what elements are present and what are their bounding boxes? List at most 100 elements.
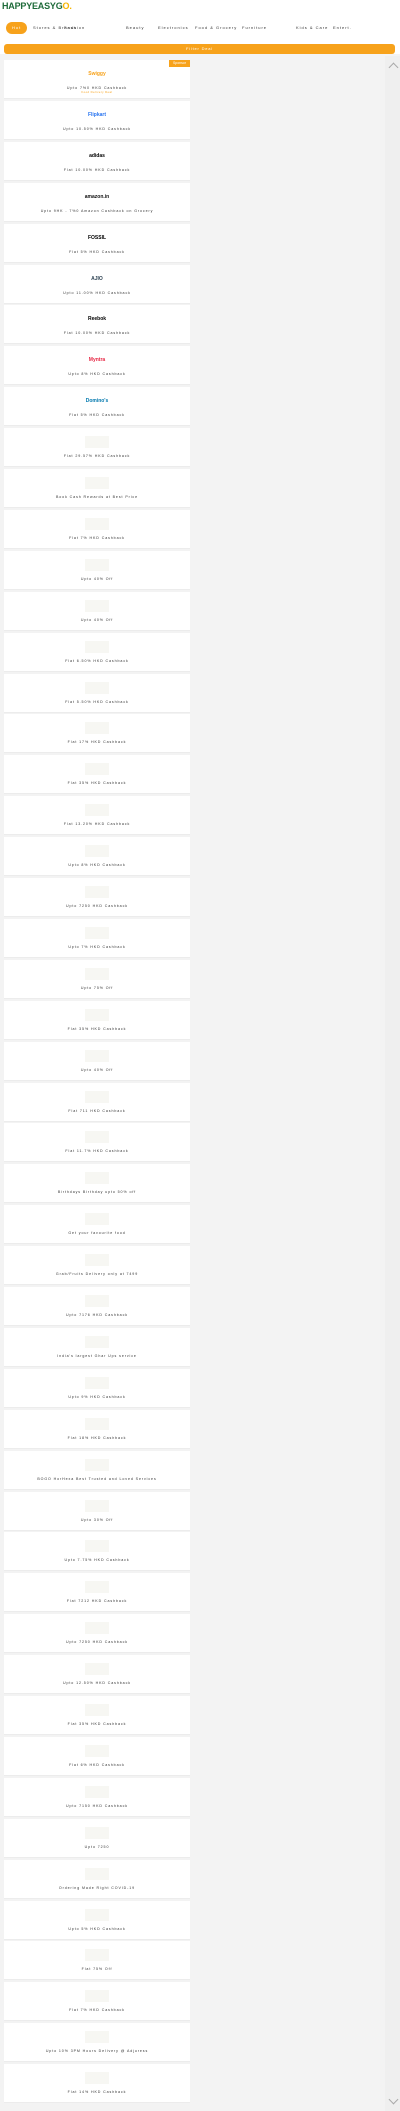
deal-card[interactable]: Flat 75% Off: [4, 1941, 190, 1980]
deal-card[interactable]: Flat 17% HKD Cashback: [4, 714, 190, 753]
deal-card[interactable]: Grab/Fruits Delivery only at 7499: [4, 1246, 190, 1285]
brand-logo-placeholder: [85, 1704, 109, 1716]
deal-card[interactable]: FOSSIL Flat 5% HKD Cashback: [4, 224, 190, 263]
deal-card[interactable]: Flat 6.50% HKD Cashback: [4, 633, 190, 672]
deal-card[interactable]: Sponsor Swiggy Upto 7%0 HKD Cashback Food D…: [4, 60, 190, 99]
deal-card[interactable]: Flat 711 HKD Cashback: [4, 1083, 190, 1122]
deal-card[interactable]: Upto 8% HKD Cashback: [4, 837, 190, 876]
deal-card[interactable]: Upto 7150 HKD Cashback: [4, 1778, 190, 1817]
brand-logo-placeholder: [85, 2072, 109, 2084]
deal-subtitle: Food Delivery Deal: [81, 90, 113, 94]
deal-offer-text: Grab/Fruits Delivery only at 7499: [55, 1272, 139, 1276]
deal-card[interactable]: Flat 7212 HKD Cashback: [4, 1573, 190, 1612]
deal-offer-text: Upto 9% HKD Cashback: [68, 1395, 126, 1399]
brand-logo-placeholder: [85, 1500, 109, 1512]
deal-card[interactable]: amazon.in Upto 9HK - 7%0 Amazon Cashback …: [4, 183, 190, 222]
brand-logo-placeholder: [85, 1418, 109, 1430]
deal-offer-text: Upto 7250 HKD Cashback: [66, 904, 128, 908]
deal-card[interactable]: Reebok Flat 10.00% HKD Cashback: [4, 305, 190, 344]
category-tab-kids-care[interactable]: Kids & Care: [296, 22, 328, 34]
deal-card[interactable]: Ordering Made Right COVID-19: [4, 1860, 190, 1899]
brand-logo-placeholder: [85, 641, 109, 653]
deal-card[interactable]: Book Cash Rewards at Best Price: [4, 469, 190, 508]
deal-offer-text: Upto 8% HKD Cashback: [68, 372, 126, 376]
scrollbar[interactable]: [385, 56, 400, 2111]
deal-card[interactable]: Get your favourite food: [4, 1205, 190, 1244]
brand-logo: Flipkart: [87, 112, 107, 118]
brand-logo-placeholder: [85, 518, 109, 530]
deal-card[interactable]: Flat 35% HKD Cashback: [4, 1001, 190, 1040]
brand-logo-placeholder: [85, 804, 109, 816]
deal-card[interactable]: Flat 7% HKD Cashback: [4, 1982, 190, 2021]
deal-card[interactable]: Domino's Flat 5% HKD Cashback: [4, 387, 190, 426]
deal-offer-text: Flat 35% HKD Cashback: [67, 781, 127, 785]
deal-card[interactable]: Upto 40% Off: [4, 1042, 190, 1081]
deal-offer-text: Flat 18% HKD Cashback: [67, 1436, 127, 1440]
brand-logo-placeholder: [85, 682, 109, 694]
site-logo[interactable]: HAPPYEASYGO.: [2, 1, 72, 11]
category-tab-fashion[interactable]: Fashion: [64, 22, 85, 34]
deal-card[interactable]: Upto 30% Off: [4, 1492, 190, 1531]
deal-offer-text: Upto 10% 3PM Hours Delivery @ Adjuress: [45, 2049, 149, 2053]
deal-card[interactable]: Upto 75% Off: [4, 960, 190, 999]
deal-offer-text: Flat 6% HKD Cashback: [69, 1763, 125, 1767]
category-tab-entert-[interactable]: Entert.: [333, 22, 352, 34]
deal-card[interactable]: Upto 40% Off: [4, 592, 190, 631]
deal-card[interactable]: Birthdays Birthday upto 50% off: [4, 1164, 190, 1203]
top-bar: HAPPYEASYGO. Hot Stores & Brands Fashion Be…: [0, 0, 400, 54]
brand-logo-placeholder: [85, 1131, 109, 1143]
deal-offer-text: Upto 11.00% HKD Cashback: [63, 291, 131, 295]
category-tab-beauty[interactable]: Beauty: [126, 22, 144, 34]
category-tab-furniture[interactable]: Furniture: [242, 22, 267, 34]
deal-card[interactable]: Flat 13.20% HKD Cashback: [4, 796, 190, 835]
deal-card[interactable]: Upto 7250: [4, 1819, 190, 1858]
deal-offer-text: Flat 10.00% HKD Cashback: [63, 331, 131, 335]
deal-card[interactable]: Flat 7% HKD Cashback: [4, 510, 190, 549]
brand-logo-placeholder: [85, 1909, 109, 1921]
deal-card[interactable]: Flat 35% HKD Cashback: [4, 755, 190, 794]
deal-card[interactable]: India's largest Ghar Ups service: [4, 1328, 190, 1367]
deal-card[interactable]: Upto 7250 HKD Cashback: [4, 878, 190, 917]
deal-offer-text: Upto 7250: [84, 1845, 110, 1849]
deal-card[interactable]: Flat 11.7% HKD Cashback: [4, 1123, 190, 1162]
deal-card[interactable]: Flat 14% HKD Cashback: [4, 2064, 190, 2103]
deal-card[interactable]: Flat 18% HKD Cashback: [4, 1410, 190, 1449]
deal-card[interactable]: Upto 7176 HKD Cashback: [4, 1287, 190, 1326]
deal-card[interactable]: Upto 7.75% HKD Cashback: [4, 1532, 190, 1571]
deal-card[interactable]: Flat 6% HKD Cashback: [4, 1737, 190, 1776]
deal-card[interactable]: Flat 35% HKD Cashback: [4, 1696, 190, 1735]
brand-logo: FOSSIL: [87, 235, 107, 241]
deal-offer-text: Birthdays Birthday upto 50% off: [57, 1190, 137, 1194]
category-tab-electronics[interactable]: Electronics: [158, 22, 189, 34]
deal-card[interactable]: Flat 29.57% HKD Cashback: [4, 428, 190, 467]
deal-card[interactable]: Upto 7250 HKD Cashback: [4, 1614, 190, 1653]
deal-card[interactable]: BOGO HorHexa Best Trusted and Loved Serv…: [4, 1451, 190, 1490]
deal-offer-text: Flat 75% Off: [81, 1967, 113, 1971]
deal-offer-text: Book Cash Rewards at Best Price: [55, 495, 139, 499]
deal-card[interactable]: Upto 9% HKD Cashback: [4, 1369, 190, 1408]
deal-card[interactable]: Upto 10% 3PM Hours Delivery @ Adjuress: [4, 2023, 190, 2062]
deal-card[interactable]: Upto 5% HKD Cashback: [4, 1901, 190, 1940]
deal-card[interactable]: Flipkart Upto 10.50% HKD Cashback: [4, 101, 190, 140]
brand-logo-placeholder: [85, 1540, 109, 1552]
category-tab-food-grocery[interactable]: Food & Grocery: [195, 22, 237, 34]
deal-offer-text: BOGO HorHexa Best Trusted and Loved Serv…: [37, 1477, 157, 1481]
deal-card[interactable]: Upto 12.50% HKD Cashback: [4, 1655, 190, 1694]
sponsor-badge: Sponsor: [168, 60, 190, 67]
brand-logo: Swiggy: [88, 71, 106, 77]
deal-card[interactable]: Flat 5.50% HKD Cashback: [4, 674, 190, 713]
deal-card[interactable]: AJIO Upto 11.00% HKD Cashback: [4, 265, 190, 304]
deal-card[interactable]: adidas Flat 10.00% HKD Cashback: [4, 142, 190, 181]
brand-logo-placeholder: [85, 1868, 109, 1880]
deal-card[interactable]: Upto 40% Off: [4, 551, 190, 590]
deal-offer-text: Upto 40% Off: [80, 577, 114, 581]
category-tab-hot[interactable]: Hot: [6, 22, 28, 34]
brand-logo-placeholder: [85, 1622, 109, 1634]
deal-card[interactable]: Upto 7% HKD Cashback: [4, 919, 190, 958]
brand-logo-placeholder: [85, 1949, 109, 1961]
deal-offer-text: Flat 14% HKD Cashback: [67, 2090, 127, 2094]
deal-offer-text: Upto 7176 HKD Cashback: [66, 1313, 128, 1317]
deal-offer-text: Upto 5% HKD Cashback: [68, 1927, 126, 1931]
deal-card[interactable]: Myntra Upto 8% HKD Cashback: [4, 346, 190, 385]
filter-deal-button[interactable]: Filter Deal: [4, 44, 395, 54]
